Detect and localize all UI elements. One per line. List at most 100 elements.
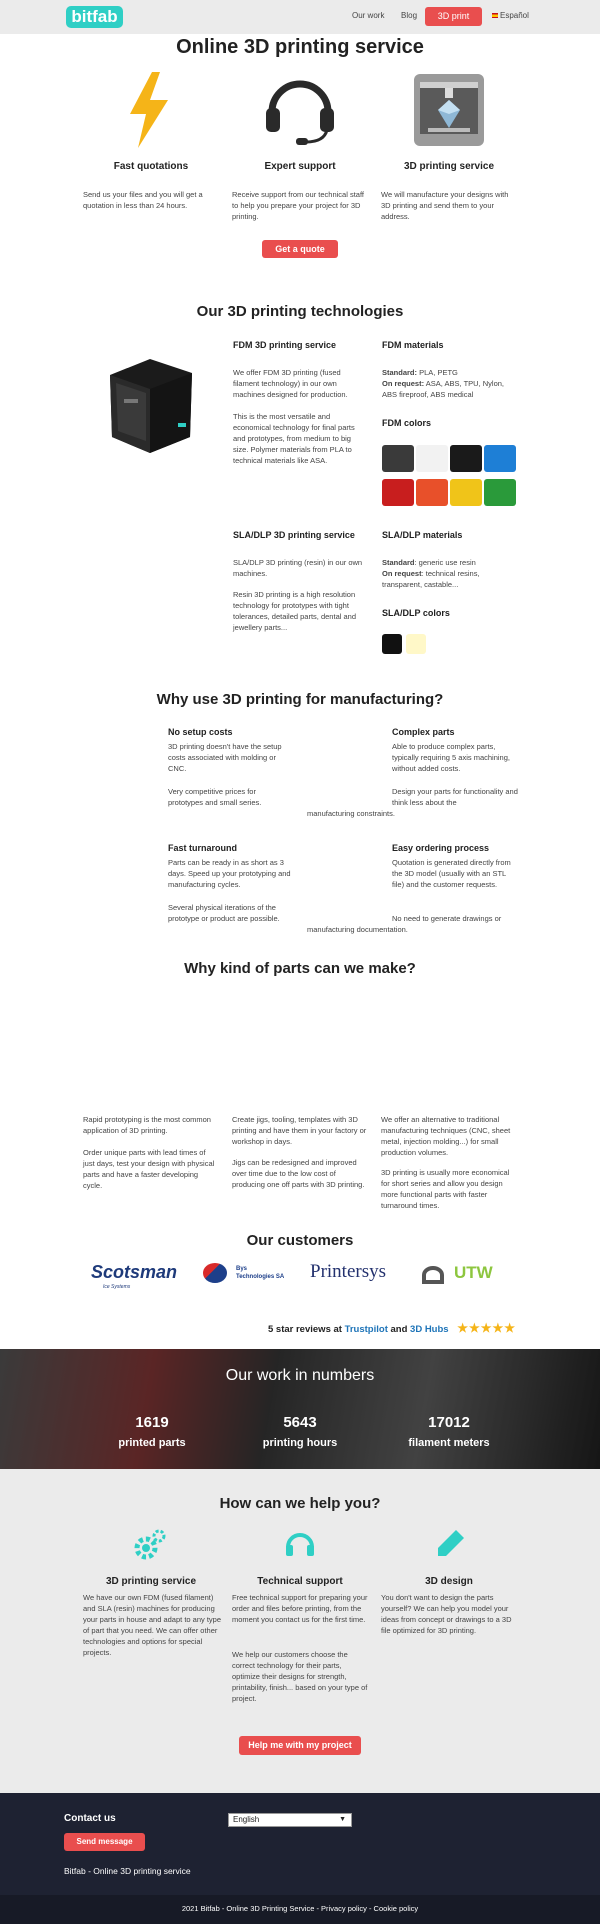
utw-logo-icon [422,1266,444,1284]
technologies-title: Our 3D printing technologies [196,303,404,320]
nav-blog-link[interactable]: Blog [401,11,417,20]
work-in-numbers-title: Our work in numbers [225,1367,375,1384]
customers-title: Our customers [246,1232,354,1249]
why-item-title-easy-ordering: Easy ordering process [392,843,490,853]
site-header: bitfab Our work Blog 3D print Español [0,0,600,34]
help-text-printing-service: We have our own FDM (fused filament) and… [83,1593,222,1657]
color-swatch [484,479,516,506]
sla-materials-title: SLA/DLP materials [382,530,463,540]
help-title: How can we help you? [219,1495,381,1512]
customer-logo-scotsman: Scotsman [91,1262,178,1282]
help-title-technical-support: Technical support [257,1576,343,1587]
pencil-icon [438,1530,464,1556]
stat-filament-meters-label: filament meters [408,1437,490,1449]
customer-logo-utw: UTW [454,1263,493,1282]
stat-printing-hours-label: printing hours [262,1437,338,1449]
contact-us-heading: Contact us [64,1813,116,1824]
stat-printing-hours-value: 5643 [283,1414,317,1431]
fdm-request-label: On request: [382,379,425,388]
help-text-3d-design: You don't want to design the parts yours… [381,1593,512,1635]
customer-logo-printersys: Printersys [310,1261,386,1282]
sla-text-2: Resin 3D printing is a high resolution t… [233,590,356,632]
language-switch-link[interactable]: Español [500,11,529,20]
parts-prototyping-text: Rapid prototyping is the most common app… [83,1115,211,1135]
3d-hubs-link[interactable]: 3D Hubs [410,1324,449,1335]
site-footer: Contact us Send message Bitfab - Online … [0,1793,600,1924]
reviews-line: 5 star reviews at Trustpilot and 3D Hubs… [268,1321,516,1335]
sla-colors-title: SLA/DLP colors [382,608,450,618]
why-item-text-complex-parts-3: manufacturing constraints. [307,809,395,818]
reviews-prefix: 5 star reviews at [268,1324,342,1335]
headset-icon [266,80,334,145]
parts-prototyping-text-2: Order unique parts with lead times of ju… [83,1148,215,1190]
lightning-icon [130,72,168,148]
why-item-text-easy-ordering-2: No need to generate drawings or [392,914,502,923]
language-select-value: English [233,1815,260,1824]
stat-filament-meters-value: 17012 [428,1414,470,1431]
fdm-text-1: We offer FDM 3D printing (fused filament… [233,368,348,399]
sla-standard-label: Standard [382,558,415,567]
why-item-text-complex-parts: Able to produce complex parts, typically… [392,742,510,773]
color-swatch [382,634,402,654]
gears-icon [134,1529,166,1560]
why-item-text-complex-parts-2: Design your parts for functionality and … [392,787,518,807]
language-select[interactable]: English ▼ [228,1813,352,1827]
why-item-title-no-setup-costs: No setup costs [168,727,233,737]
feature-title-expert-support: Expert support [264,161,336,172]
why-item-text-no-setup-costs-2: Very competitive prices for prototypes a… [168,787,262,807]
help-section: How can we help you? 3D printing service… [0,1469,600,1794]
feature-text-3d-printing-service: We will manufacture your designs with 3D… [381,190,509,221]
help-text-technical-support: Free technical support for preparing you… [232,1593,368,1624]
send-message-button[interactable]: Send message [64,1833,145,1851]
parts-production-text: We offer an alternative to traditional m… [381,1115,511,1157]
3d-print-button[interactable]: 3D print [425,7,482,26]
help-title-3d-design: 3D design [425,1576,473,1587]
fdm-materials-title: FDM materials [382,340,444,350]
why-item-text-fast-turnaround: Parts can be ready in as short as 3 days… [168,858,291,889]
get-a-quote-button[interactable]: Get a quote [262,240,338,258]
color-swatch [406,634,426,654]
customer-logo-bys-tagline: Technologies SA [236,1274,285,1280]
why-item-title-complex-parts: Complex parts [392,727,455,737]
footer-bottom-bar: 2021 Bitfab - Online 3D Printing Service… [0,1895,600,1924]
color-swatch [416,479,448,506]
feature-text-fast-quotations: Send us your files and you will get a qu… [83,190,203,210]
help-text-technical-support-2: We help our customers choose the correct… [232,1650,368,1703]
fdm-service-title: FDM 3D printing service [233,340,337,350]
sla-standard-value: : generic use resin [414,558,476,567]
stat-printed-parts-value: 1619 [135,1414,169,1431]
fdm-printer-image [110,359,192,453]
trustpilot-link[interactable]: Trustpilot [345,1324,388,1335]
help-me-with-my-project-button[interactable]: Help me with my project [239,1736,361,1755]
color-swatch [484,445,516,472]
nav-our-work-link[interactable]: Our work [352,11,384,20]
color-swatch [382,445,414,472]
why-item-text-easy-ordering-3: manufacturing documentation. [307,925,408,934]
work-in-numbers-banner: Our work in numbers 1619 printed parts 5… [0,1349,600,1469]
fdm-standard-label: Standard: [382,368,418,377]
why-item-text-easy-ordering: Quotation is generated directly from the… [392,858,511,889]
footer-company: Bitfab - Online 3D printing service [64,1866,191,1876]
feature-text-expert-support: Receive support from our technical staff… [232,190,365,221]
footer-copyright: 2021 Bitfab - Online 3D Printing Service… [181,1904,419,1913]
why-item-text-fast-turnaround-2: Several physical iterations of the proto… [168,903,280,923]
why-item-text-no-setup-costs: 3D printing doesn't have the setup costs… [168,742,282,773]
customer-logo-scotsman-tagline: Ice Systems [103,1284,131,1290]
bitfab-logo[interactable]: bitfab [66,6,123,28]
color-swatch [416,445,448,472]
feature-title-fast-quotations: Fast quotations [113,161,189,172]
color-swatch [450,479,482,506]
color-swatch [450,445,482,472]
parts-jigs-text: Create jigs, tooling, templates with 3D … [232,1115,367,1146]
sla-request-label: On request [382,569,422,578]
spain-flag-icon [492,13,498,18]
stat-printed-parts-label: printed parts [118,1437,186,1449]
fdm-materials-text: Standard: PLA, PETG On request: ASA, ABS… [382,367,517,400]
reviews-and: and [390,1324,408,1335]
why-item-title-fast-turnaround: Fast turnaround [168,843,237,853]
feature-title-3d-printing-service: 3D printing service [403,161,495,172]
fdm-standard-value: PLA, PETG [419,368,458,377]
why-3d-printing-title: Why use 3D printing for manufacturing? [156,691,444,708]
3d-printer-icon [414,74,484,146]
fdm-colors-title: FDM colors [382,418,432,428]
